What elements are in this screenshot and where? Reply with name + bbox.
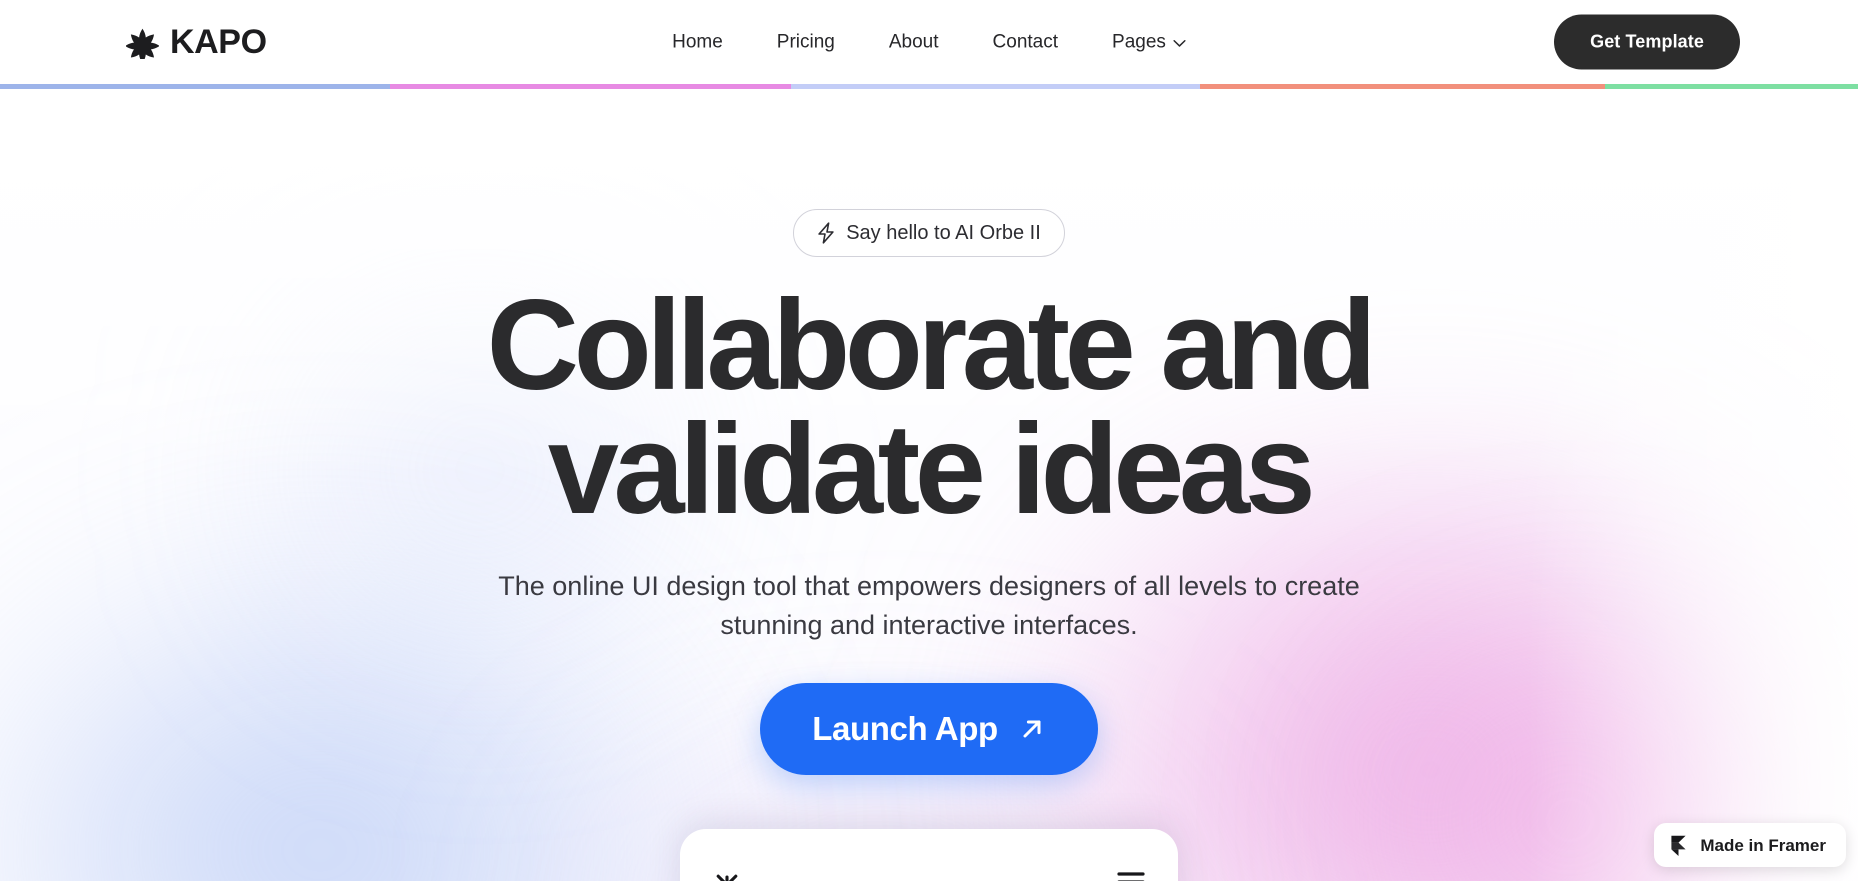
hero-title: Collaborate and validate ideas bbox=[487, 282, 1377, 534]
launch-app-label: Launch App bbox=[812, 710, 998, 748]
nav-item-about-label: About bbox=[888, 31, 939, 53]
hero-section: Say hello to AI Orbe II Collaborate and … bbox=[0, 84, 1858, 881]
hero-announcement-badge[interactable]: Say hello to AI Orbe II bbox=[793, 209, 1065, 257]
hero-title-line-2: validate ideas bbox=[547, 397, 1316, 541]
hero-subtitle: The online UI design tool that empowers … bbox=[498, 571, 1360, 640]
app-preview-topbar bbox=[680, 863, 1178, 881]
nav-item-about[interactable]: About bbox=[862, 33, 966, 52]
made-in-framer-label: Made in Framer bbox=[1700, 835, 1826, 855]
lightning-bolt-icon bbox=[818, 222, 834, 244]
hamburger-menu-icon[interactable] bbox=[1116, 869, 1146, 881]
launch-app-button[interactable]: Launch App bbox=[760, 682, 1098, 775]
made-in-framer-badge[interactable]: Made in Framer bbox=[1654, 823, 1846, 867]
asterisk-star-icon bbox=[716, 874, 738, 881]
chevron-down-icon bbox=[1173, 39, 1186, 47]
header-accent-rule bbox=[0, 84, 1858, 89]
arrow-up-right-icon bbox=[1023, 720, 1041, 738]
nav-item-home[interactable]: Home bbox=[645, 33, 750, 52]
accent-segment-periwinkle bbox=[791, 84, 1200, 89]
site-header: KAPO Home Pricing About Contact Pages Ge… bbox=[0, 0, 1858, 84]
nav-item-home-label: Home bbox=[672, 31, 723, 53]
get-template-button[interactable]: Get Template bbox=[1554, 14, 1740, 70]
accent-segment-green bbox=[1605, 84, 1858, 89]
nav-item-pricing[interactable]: Pricing bbox=[750, 33, 862, 52]
hero-badge-label: Say hello to AI Orbe II bbox=[846, 222, 1041, 244]
nav-item-contact-label: Contact bbox=[992, 31, 1059, 53]
hero-title-line-1: Collaborate and bbox=[486, 274, 1377, 417]
app-preview-card bbox=[680, 829, 1178, 881]
nav-item-pricing-label: Pricing bbox=[776, 31, 835, 53]
nav-item-pages[interactable]: Pages bbox=[1085, 33, 1213, 52]
accent-segment-blue bbox=[0, 84, 390, 89]
nav-item-contact[interactable]: Contact bbox=[966, 33, 1085, 52]
accent-segment-magenta bbox=[390, 84, 791, 89]
framer-logo-icon bbox=[1671, 835, 1686, 856]
nav-item-pages-label: Pages bbox=[1112, 31, 1166, 53]
accent-segment-salmon bbox=[1200, 84, 1605, 89]
